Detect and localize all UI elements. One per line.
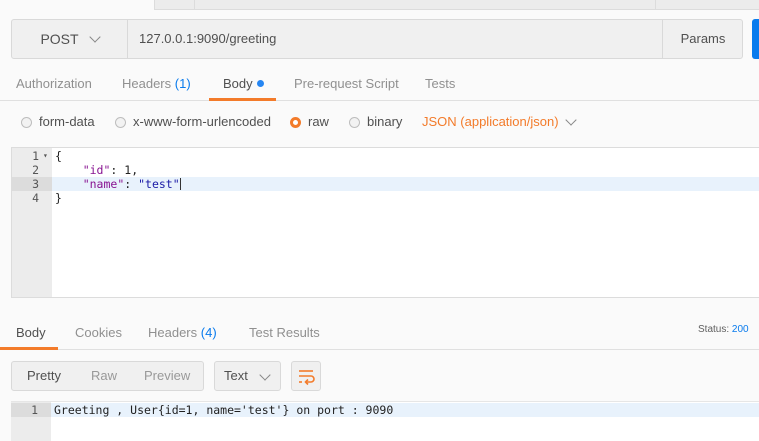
request-body-editor[interactable]: 1 ▾ { 2 "id": 1, 3 "name": "test" 4 }	[11, 147, 759, 298]
code-text: }	[55, 191, 62, 205]
tab-body[interactable]: Body	[209, 70, 276, 101]
app-tab-strip	[0, 0, 759, 10]
tab-divider	[655, 0, 656, 10]
request-tab-secondary[interactable]	[155, 0, 195, 10]
tab-label: Authorization	[16, 76, 92, 91]
tab-label: Body	[16, 325, 46, 340]
response-tab-headers[interactable]: Headers (4)	[148, 315, 217, 350]
body-type-options: form-data x-www-form-urlencoded raw bina…	[0, 108, 759, 136]
radio-icon	[21, 116, 32, 128]
radio-binary[interactable]: binary	[349, 108, 402, 136]
line-number: 4	[32, 191, 39, 205]
tab-label: Body	[223, 76, 253, 91]
response-body-viewer[interactable]: 1 Greeting , User{id=1, name='test'} on …	[11, 401, 759, 441]
radio-icon	[349, 116, 360, 128]
radio-label: x-www-form-urlencoded	[133, 114, 271, 129]
tab-label: Pre-request Script	[294, 76, 399, 91]
code-text: "name": "test"	[82, 177, 181, 191]
fold-arrow-icon[interactable]: ▾	[43, 149, 48, 162]
params-button[interactable]: Params	[662, 20, 743, 58]
text-caret	[179, 178, 181, 190]
json-value: 1,	[124, 163, 139, 177]
format-label: Text	[224, 368, 248, 383]
chevron-down-icon	[88, 31, 101, 43]
url-input[interactable]: 127.0.0.1:9090/greeting	[139, 20, 276, 58]
response-text: Greeting , User{id=1, name='test'} on po…	[54, 403, 394, 417]
tab-pre-request-script[interactable]: Pre-request Script	[294, 70, 399, 101]
response-tab-body[interactable]: Body	[0, 315, 58, 350]
status-label: Status:	[698, 324, 730, 335]
response-line: 1 Greeting , User{id=1, name='test'} on …	[11, 403, 759, 417]
tab-label: Tests	[425, 76, 456, 91]
view-mode-pretty[interactable]: Pretty	[27, 362, 61, 390]
tab-headers[interactable]: Headers (1)	[122, 70, 191, 101]
status-code: 200	[731, 324, 749, 335]
code-text: "id": 1,	[82, 163, 139, 177]
view-mode-preview[interactable]: Preview	[144, 362, 190, 390]
code-line: 2 "id": 1,	[12, 163, 759, 177]
radio-form-data[interactable]: form-data	[21, 108, 95, 136]
request-tab-active[interactable]	[0, 0, 155, 10]
code-text: {	[55, 149, 62, 163]
response-tabs: Body Cookies Headers (4) Test Results	[0, 315, 759, 350]
headers-count: (1)	[174, 76, 191, 91]
line-number: 3	[12, 177, 52, 191]
radio-raw[interactable]: raw	[290, 108, 329, 136]
view-mode-raw[interactable]: Raw	[91, 362, 117, 390]
tab-label: Headers	[122, 76, 172, 91]
line-number: 2	[32, 163, 39, 177]
content-type-label: JSON (application/json)	[422, 114, 559, 129]
chevron-down-icon	[259, 369, 271, 381]
json-key: "id"	[82, 163, 111, 177]
json-value: "test"	[138, 177, 180, 191]
tab-label: Cookies	[75, 325, 122, 340]
tab-authorization[interactable]: Authorization	[16, 70, 92, 101]
code-line: 4 }	[12, 191, 759, 205]
url-bar: POST 127.0.0.1:9090/greeting Params	[11, 19, 743, 59]
chevron-down-icon	[564, 113, 577, 126]
request-tabs: Authorization Headers (1) Body Pre-reque…	[0, 70, 759, 101]
send-button[interactable]	[752, 19, 759, 59]
format-dropdown[interactable]: Text	[214, 361, 281, 391]
code-line: 1 ▾ {	[12, 149, 759, 163]
response-tab-cookies[interactable]: Cookies	[75, 315, 122, 350]
line-number: 1	[11, 403, 51, 417]
wrap-lines-icon	[299, 370, 315, 386]
radio-selected-icon	[290, 116, 301, 128]
tab-tests[interactable]: Tests	[425, 70, 455, 101]
view-mode-toggle: Pretty Raw Preview	[11, 361, 204, 391]
method-dropdown[interactable]: POST	[12, 20, 128, 58]
tab-label: Headers	[148, 325, 198, 340]
tab-label: Test Results	[249, 325, 320, 340]
response-status: Status: 200	[698, 310, 749, 350]
method-label: POST	[40, 31, 79, 47]
radio-icon	[115, 116, 126, 128]
response-tab-test-results[interactable]: Test Results	[249, 315, 320, 350]
headers-count: (4)	[200, 325, 217, 340]
code-line-current: 3 "name": "test"	[12, 177, 759, 191]
radio-label: raw	[308, 114, 329, 129]
json-key: "name"	[82, 177, 125, 191]
radio-urlencoded[interactable]: x-www-form-urlencoded	[115, 108, 271, 136]
content-type-dropdown[interactable]: JSON (application/json)	[422, 108, 577, 136]
wrap-lines-button[interactable]	[291, 361, 321, 391]
radio-label: form-data	[39, 114, 95, 129]
radio-label: binary	[367, 114, 403, 129]
modified-dot-icon	[256, 80, 264, 87]
